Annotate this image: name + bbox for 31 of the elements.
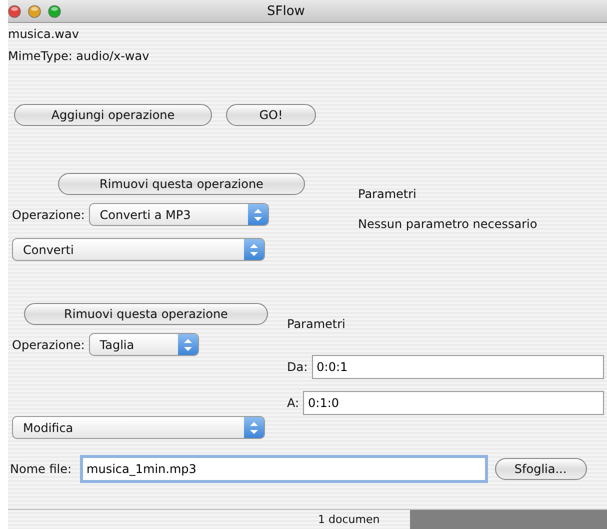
dropdown[interactable]: Taglia — [88, 333, 199, 356]
push-button[interactable]: GO! — [226, 104, 316, 126]
file-name-label: Nome file: — [10, 462, 72, 476]
dropdown[interactable]: Converti a MP3 — [88, 203, 269, 226]
parameters-note: Nessun parametro necessario — [358, 217, 538, 231]
up-down-arrows-icon — [184, 338, 192, 350]
status-text: 1 documen — [318, 513, 381, 526]
operation-label: Operazione: — [12, 338, 85, 352]
window-control-icon — [28, 4, 41, 18]
browse-button[interactable]: Sfoglia... — [494, 458, 587, 480]
operation-label: Operazione: — [12, 208, 85, 222]
file-name: musica.wav — [8, 26, 80, 43]
parameters-heading: Parametri — [287, 317, 346, 333]
input-field[interactable]: 0:0:1 — [312, 355, 604, 379]
parameters-heading: Parametri — [358, 187, 418, 203]
remove-operation-button[interactable]: Rimuovi questa operazione — [58, 173, 305, 195]
mime-type: MimeType: audio/x-wav — [8, 48, 150, 65]
file-name-field[interactable]: musica_1min.mp3 — [80, 455, 488, 483]
dropdown[interactable]: Modifica — [12, 416, 265, 439]
parameter-label: A: — [287, 396, 300, 410]
up-down-arrows-icon — [250, 244, 258, 256]
parameter-label: Da: — [287, 360, 308, 374]
remove-operation-button[interactable]: Rimuovi questa operazione — [24, 303, 268, 325]
dropdown[interactable]: Converti — [12, 238, 265, 261]
input-field[interactable]: 0:1:0 — [303, 391, 604, 415]
up-down-arrows-icon — [250, 422, 258, 434]
window-title: SFlow — [267, 4, 305, 18]
push-button[interactable]: Aggiungi operazione — [14, 104, 212, 126]
window-control-icon — [8, 4, 21, 18]
up-down-arrows-icon — [254, 208, 262, 220]
window-control-icon — [48, 4, 61, 18]
